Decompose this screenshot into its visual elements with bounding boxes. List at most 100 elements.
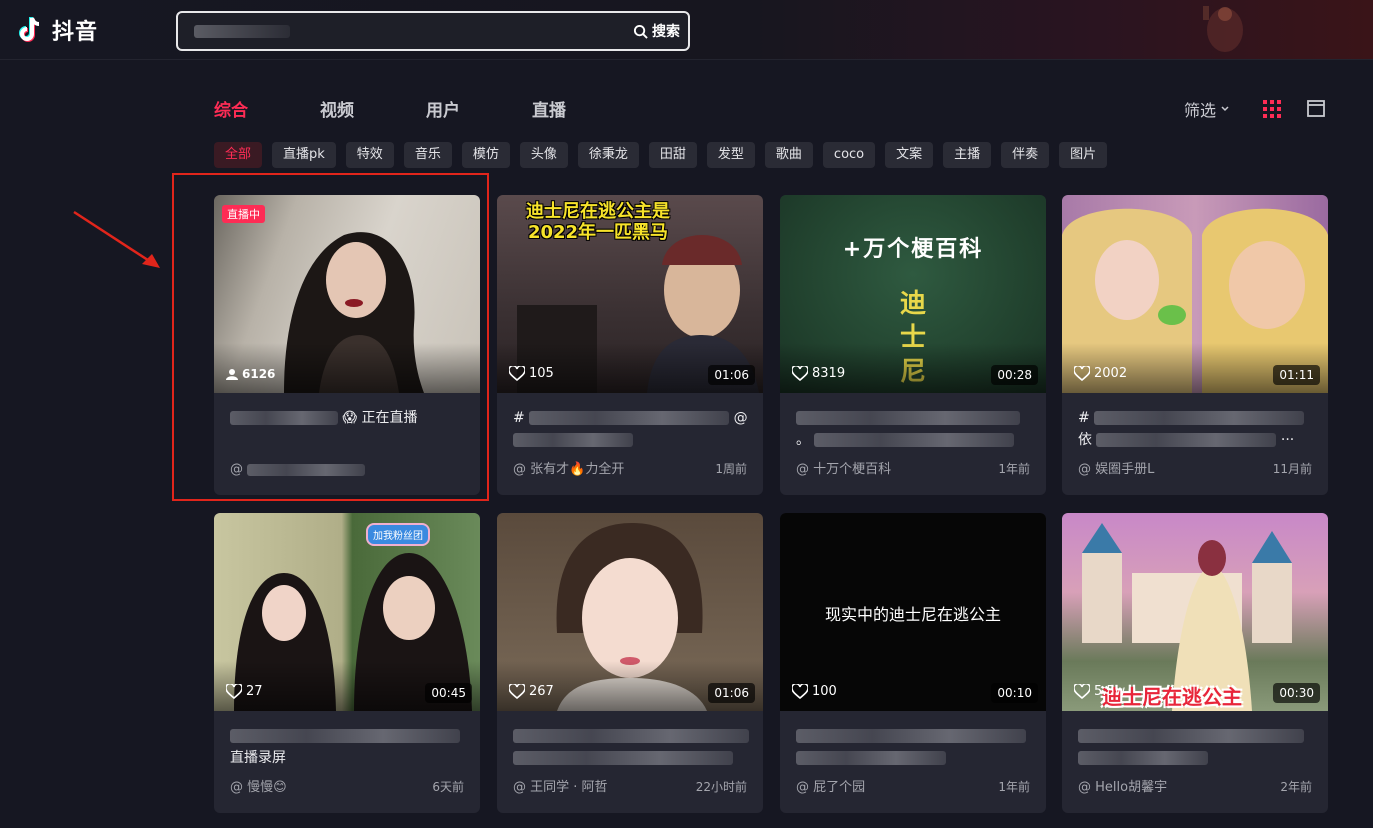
chip-tian-tian[interactable]: 田甜 — [648, 142, 697, 168]
card-author[interactable]: @ 娱圈手册L — [1078, 458, 1154, 477]
card-time: 11月前 — [1272, 462, 1312, 476]
video-duration: 01:06 — [708, 365, 755, 385]
filter-label: 筛选 — [1184, 101, 1217, 120]
video-card[interactable]: 267 01:06 @ 王同学 · 阿哲 22小时前 — [497, 513, 763, 813]
live-card[interactable]: 直播中 6126 😱 正在直播 @ — [214, 195, 480, 495]
chip-streamer[interactable]: 主播 — [943, 142, 992, 168]
top-header: 抖音 搜索 — [0, 0, 1373, 60]
like-count: 100 — [792, 684, 837, 699]
card-time: 22小时前 — [695, 780, 747, 794]
video-duration: 01:11 — [1273, 365, 1320, 385]
card-author[interactable]: @ 屁了个园 — [796, 776, 865, 795]
search-button[interactable]: 搜索 — [633, 21, 680, 41]
live-badge: 直播中 — [222, 205, 265, 223]
chip-all[interactable]: 全部 — [214, 142, 263, 168]
card-author[interactable]: @ 十万个梗百科 — [796, 458, 891, 477]
like-count: 2002 — [1074, 366, 1127, 381]
like-count: 267 — [509, 684, 554, 699]
card-time: 1年前 — [998, 462, 1030, 476]
thumbnail-caption: 迪士尼在逃公主是 2022年一匹黑马 — [526, 201, 670, 243]
chip-xu-binglong[interactable]: 徐秉龙 — [577, 142, 639, 168]
heart-icon — [226, 684, 242, 699]
video-card[interactable]: 2002 01:11 # 依 ··· @ 娱圈手册L 11月前 — [1062, 195, 1328, 495]
douyin-logo[interactable]: 抖音 — [14, 14, 98, 46]
card-time: 6天前 — [432, 780, 464, 794]
grid-view-icon[interactable] — [1263, 100, 1281, 118]
video-card[interactable]: +万个梗百科 迪 士 尼 8319 00:28 。 @ 十万个梗百科 1年前 — [780, 195, 1046, 495]
heart-icon — [792, 366, 808, 381]
chip-accompaniment[interactable]: 伴奏 — [1001, 142, 1050, 168]
card-thumbnail: 2002 01:11 — [1062, 195, 1328, 393]
single-column-view-icon[interactable] — [1307, 100, 1325, 117]
heart-icon — [1074, 366, 1090, 381]
heart-icon — [792, 684, 808, 699]
video-card[interactable]: 迪士尼在逃公主 5.5w 00:30 @ Hello胡馨宇 2年前 — [1062, 513, 1328, 813]
card-author[interactable]: @ Hello胡馨宇 — [1078, 776, 1167, 795]
viewer-count: 6126 — [226, 367, 275, 381]
header-decoration-icon — [1203, 6, 1243, 52]
chip-effects[interactable]: 特效 — [345, 142, 394, 168]
card-author[interactable]: @ — [230, 462, 366, 477]
like-count: 105 — [509, 366, 554, 381]
card-thumbnail: 现实中的迪士尼在逃公主 100 00:10 — [780, 513, 1046, 711]
douyin-logo-icon — [19, 17, 40, 42]
card-thumbnail: 267 01:06 — [497, 513, 763, 711]
annotation-arrow-icon — [73, 210, 160, 268]
fan-club-badge: 加我粉丝团 — [366, 523, 430, 546]
chip-copywriting[interactable]: 文案 — [885, 142, 934, 168]
tab-live[interactable]: 直播 — [532, 96, 566, 121]
video-duration: 00:45 — [425, 683, 472, 703]
video-card[interactable]: 加我粉丝团 27 00:45 直播录屏 @ 慢慢😊 6天前 — [214, 513, 480, 813]
video-card[interactable]: 现实中的迪士尼在逃公主 100 00:10 @ 屁了个园 1年前 — [780, 513, 1046, 813]
video-duration: 01:06 — [708, 683, 755, 703]
like-count: 5.5w — [1074, 684, 1125, 699]
card-title — [513, 725, 749, 769]
chip-avatar[interactable]: 头像 — [519, 142, 568, 168]
card-title: 。 — [796, 407, 1032, 451]
chevron-down-icon — [1221, 106, 1229, 112]
search-tabs: 综合 视频 用户 直播 — [214, 96, 638, 121]
like-count: 27 — [226, 684, 263, 699]
search-icon — [633, 24, 648, 39]
like-count: 8319 — [792, 366, 845, 381]
video-duration: 00:10 — [991, 683, 1038, 703]
card-author[interactable]: @ 王同学 · 阿哲 — [513, 776, 608, 795]
chip-imitate[interactable]: 模仿 — [461, 142, 510, 168]
chip-hairstyle[interactable]: 发型 — [706, 142, 755, 168]
search-input[interactable]: 搜索 — [176, 11, 690, 51]
card-author[interactable]: @ 张有才🔥力全开 — [513, 458, 624, 477]
user-icon — [226, 369, 238, 380]
thumbnail-caption: 现实中的迪士尼在逃公主 — [824, 605, 1001, 624]
video-duration: 00:30 — [1273, 683, 1320, 703]
chip-images[interactable]: 图片 — [1059, 142, 1108, 168]
logo-text: 抖音 — [52, 20, 99, 45]
category-chips: 全部 直播pk 特效 音乐 模仿 头像 徐秉龙 田甜 发型 歌曲 coco 文案… — [214, 142, 1108, 168]
card-thumbnail: +万个梗百科 迪 士 尼 8319 00:28 — [780, 195, 1046, 393]
heart-icon — [509, 366, 525, 381]
filter-button[interactable]: 筛选 — [1184, 97, 1230, 121]
chip-live-pk[interactable]: 直播pk — [272, 142, 336, 168]
card-title: # 依 ··· — [1078, 407, 1314, 451]
card-title — [796, 725, 1032, 769]
search-button-label: 搜索 — [652, 24, 680, 40]
card-title: 直播录屏 — [230, 725, 466, 769]
card-title: # @ — [513, 407, 749, 451]
card-thumbnail: 加我粉丝团 27 00:45 — [214, 513, 480, 711]
blurred-text — [230, 411, 338, 425]
chip-music[interactable]: 音乐 — [403, 142, 452, 168]
video-card[interactable]: 迪士尼在逃公主是 2022年一匹黑马 105 01:06 # @ @ 张有才🔥力… — [497, 195, 763, 495]
tab-video[interactable]: 视频 — [320, 96, 354, 121]
tab-all[interactable]: 综合 — [214, 96, 248, 121]
card-time: 1周前 — [715, 462, 747, 476]
card-thumbnail: 迪士尼在逃公主是 2022年一匹黑马 105 01:06 — [497, 195, 763, 393]
chip-songs[interactable]: 歌曲 — [764, 142, 813, 168]
card-thumbnail: 迪士尼在逃公主 5.5w 00:30 — [1062, 513, 1328, 711]
card-thumbnail: 直播中 6126 — [214, 195, 480, 393]
search-query-blurred — [194, 25, 290, 38]
heart-icon — [1074, 684, 1090, 699]
card-title — [1078, 725, 1314, 769]
heart-icon — [509, 684, 525, 699]
chip-coco[interactable]: coco — [822, 142, 876, 168]
card-author[interactable]: @ 慢慢😊 — [230, 776, 287, 795]
tab-user[interactable]: 用户 — [426, 96, 460, 121]
